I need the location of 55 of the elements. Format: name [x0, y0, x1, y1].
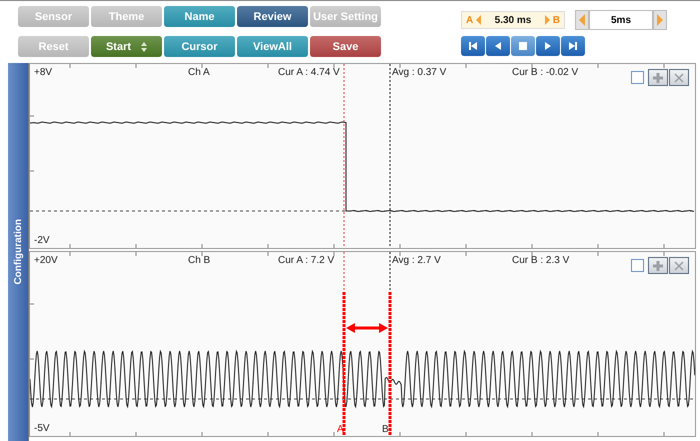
triangle-left-icon [476, 15, 482, 25]
play-back-icon [493, 41, 503, 51]
plus-icon [653, 260, 663, 270]
sidebar-tab[interactable]: Configuration [8, 63, 28, 441]
scale-min-label: -5V [34, 423, 50, 434]
close-button[interactable] [669, 257, 689, 274]
cursor-b-label: B [382, 424, 389, 435]
plus-icon [653, 72, 663, 82]
cursor-b-reading: Cur B : -0.02 V [512, 67, 578, 78]
zoom-in-button[interactable] [648, 69, 668, 86]
cursor-marker[interactable] [388, 292, 392, 436]
average-reading: Avg : 2.7 V [392, 255, 441, 266]
cursor-a-label: A [337, 424, 344, 435]
checkbox[interactable] [631, 71, 644, 84]
cursor-a-reading: Cur A : 4.74 V [278, 67, 340, 78]
toolbar-button[interactable]: Cursor [164, 36, 235, 57]
skip-back-icon [468, 41, 478, 51]
zoom-in-button[interactable] [648, 257, 668, 274]
timebase-field[interactable]: 5ms [589, 10, 653, 30]
toolbar-button[interactable]: Review [237, 6, 308, 27]
cursor-readout: A 5.30 ms B [461, 11, 565, 29]
toolbar-button[interactable]: Save [310, 36, 381, 57]
spinner-icon [141, 42, 148, 52]
skip-forward-icon [568, 41, 578, 51]
play-icon [543, 41, 553, 51]
channel-name: Ch A [188, 67, 210, 78]
average-reading: Avg : 0.37 V [392, 67, 446, 78]
close-icon [674, 260, 684, 270]
scale-min-label: -2V [34, 235, 50, 246]
cursor-marker[interactable] [342, 292, 346, 436]
checkbox[interactable] [631, 259, 644, 272]
channel-name: Ch B [188, 255, 210, 266]
stop-icon [518, 41, 528, 51]
toolbar-button[interactable]: User Setting [310, 6, 381, 27]
back-button[interactable] [486, 36, 510, 56]
close-icon [674, 72, 684, 82]
cursor-a-reading: Cur A : 7.2 V [278, 255, 334, 266]
cursor-b-reading: Cur B : 2.3 V [512, 255, 570, 266]
play-button[interactable] [536, 36, 560, 56]
close-button[interactable] [669, 69, 689, 86]
scale-max-label: +20V [34, 255, 58, 266]
span-arrow [346, 323, 388, 333]
toolbar-button[interactable]: ViewAll [237, 36, 308, 57]
toolbar-button[interactable]: Theme [91, 6, 162, 27]
scale-max-label: +8V [34, 67, 52, 78]
toolbar-button[interactable]: Reset [18, 36, 89, 57]
last-button[interactable] [561, 36, 585, 56]
toolbar-button[interactable]: Sensor [18, 6, 89, 27]
triangle-left-icon [579, 14, 585, 26]
triangle-right-icon [657, 14, 663, 26]
triangle-right-icon [544, 15, 550, 25]
toolbar-button[interactable]: Start [91, 36, 162, 57]
stop-button[interactable] [511, 36, 535, 56]
toolbar-button[interactable]: Name [164, 6, 235, 27]
first-button[interactable] [461, 36, 485, 56]
